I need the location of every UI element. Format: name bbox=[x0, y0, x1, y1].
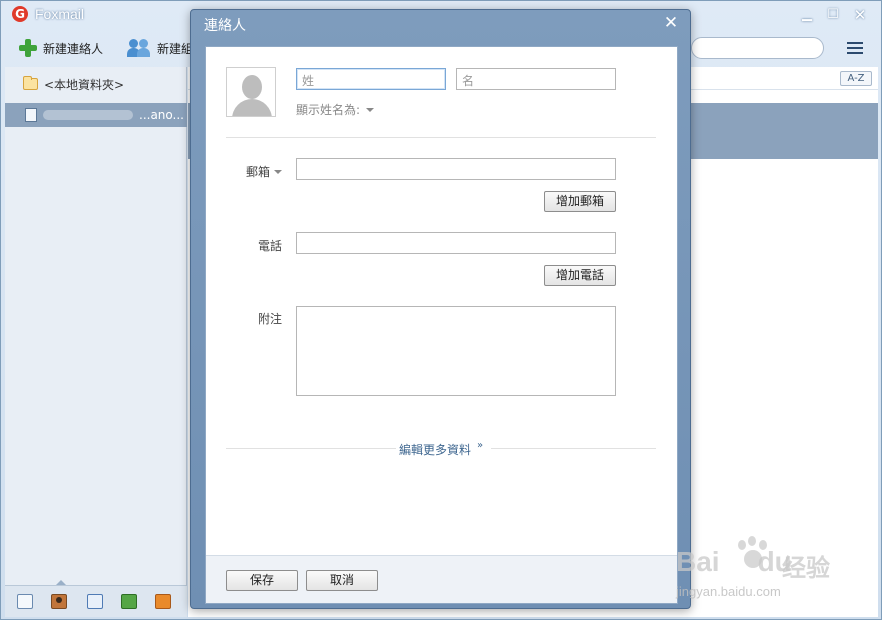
sidebar: <本地資料夾> ...ano... bbox=[5, 67, 187, 617]
save-button[interactable]: 保存 bbox=[226, 570, 298, 591]
baidu-watermark: Bai du 经验 jingyan.baidu.com bbox=[676, 536, 846, 606]
new-group-button[interactable]: 新建組 bbox=[127, 37, 193, 59]
sidebar-item-local-folder[interactable]: <本地資料夾> bbox=[5, 73, 187, 95]
cancel-button[interactable]: 取消 bbox=[306, 570, 378, 591]
minimize-button[interactable]: ▁ bbox=[796, 5, 818, 25]
avatar-head-icon bbox=[242, 75, 262, 99]
folder-icon bbox=[23, 76, 38, 90]
module-switcher bbox=[5, 580, 187, 617]
phone-label: 電話 bbox=[257, 239, 282, 253]
add-email-button[interactable]: 增加郵箱 bbox=[544, 191, 616, 212]
plus-icon bbox=[19, 39, 37, 57]
contact-dialog: 連絡人 ✕ 姓 名 顯示姓名為: 郵箱 增加郵箱 電話 增加電話 附注 編輯更多… bbox=[190, 9, 691, 609]
phone-field[interactable] bbox=[296, 232, 616, 254]
account-label: ...ano... bbox=[139, 108, 184, 122]
list-view-icon[interactable] bbox=[847, 42, 863, 54]
display-as-label: 顯示姓名為: bbox=[296, 103, 361, 117]
add-phone-button[interactable]: 增加電話 bbox=[544, 265, 616, 286]
new-contact-label: 新建連絡人 bbox=[43, 41, 104, 56]
notes-icon[interactable] bbox=[121, 594, 137, 609]
divider bbox=[226, 137, 656, 138]
display-name-dropdown[interactable]: 顯示姓名為: bbox=[296, 101, 375, 118]
sort-az-button[interactable]: A-Z bbox=[840, 71, 872, 86]
mail-icon[interactable] bbox=[17, 594, 33, 609]
avatar-body-icon bbox=[232, 99, 272, 116]
folder-label: <本地資料夾> bbox=[44, 77, 125, 92]
foxmail-logo-icon: G bbox=[12, 6, 28, 22]
edit-more-info-link[interactable]: 編輯更多資料 bbox=[399, 441, 471, 458]
rss-icon[interactable] bbox=[155, 594, 171, 609]
new-group-label: 新建組 bbox=[157, 41, 194, 56]
calendar-icon[interactable] bbox=[87, 594, 103, 609]
email-field[interactable] bbox=[296, 158, 616, 180]
chevron-down-icon bbox=[366, 107, 375, 112]
double-chevron-down-icon[interactable]: » bbox=[477, 440, 483, 451]
close-window-button[interactable]: ✕ bbox=[849, 5, 871, 25]
sidebar-item-account[interactable]: ...ano... bbox=[5, 103, 187, 127]
watermark-logo-text: Bai bbox=[676, 546, 720, 577]
maximize-button[interactable]: ☐ bbox=[822, 5, 844, 25]
note-textarea[interactable] bbox=[296, 306, 616, 396]
paw-icon bbox=[732, 536, 772, 576]
avatar[interactable] bbox=[226, 67, 276, 117]
account-icon bbox=[25, 108, 37, 122]
account-redacted bbox=[43, 110, 133, 120]
search-input[interactable] bbox=[691, 37, 824, 59]
contacts-icon[interactable] bbox=[51, 594, 67, 609]
email-label: 郵箱 bbox=[245, 165, 270, 179]
email-type-dropdown[interactable]: 郵箱 bbox=[224, 163, 282, 180]
lastname-input[interactable]: 姓 bbox=[296, 68, 446, 90]
group-icon bbox=[127, 39, 151, 57]
active-indicator bbox=[56, 580, 66, 585]
dialog-footer: 保存 取消 bbox=[206, 555, 677, 603]
watermark-cn-text: 经验 bbox=[782, 554, 830, 582]
watermark-url: jingyan.baidu.com bbox=[676, 584, 781, 599]
app-title: Foxmail bbox=[35, 6, 85, 22]
dialog-close-button[interactable]: ✕ bbox=[661, 13, 681, 33]
divider bbox=[226, 448, 396, 449]
divider bbox=[491, 448, 656, 449]
firstname-input[interactable]: 名 bbox=[456, 68, 616, 90]
new-contact-button[interactable]: 新建連絡人 bbox=[19, 37, 103, 59]
dialog-title: 連絡人 bbox=[204, 18, 246, 34]
note-label: 附注 bbox=[257, 312, 282, 326]
chevron-down-icon bbox=[274, 169, 282, 174]
dialog-body: 姓 名 顯示姓名為: 郵箱 增加郵箱 電話 增加電話 附注 編輯更多資料 » 保… bbox=[205, 46, 678, 604]
